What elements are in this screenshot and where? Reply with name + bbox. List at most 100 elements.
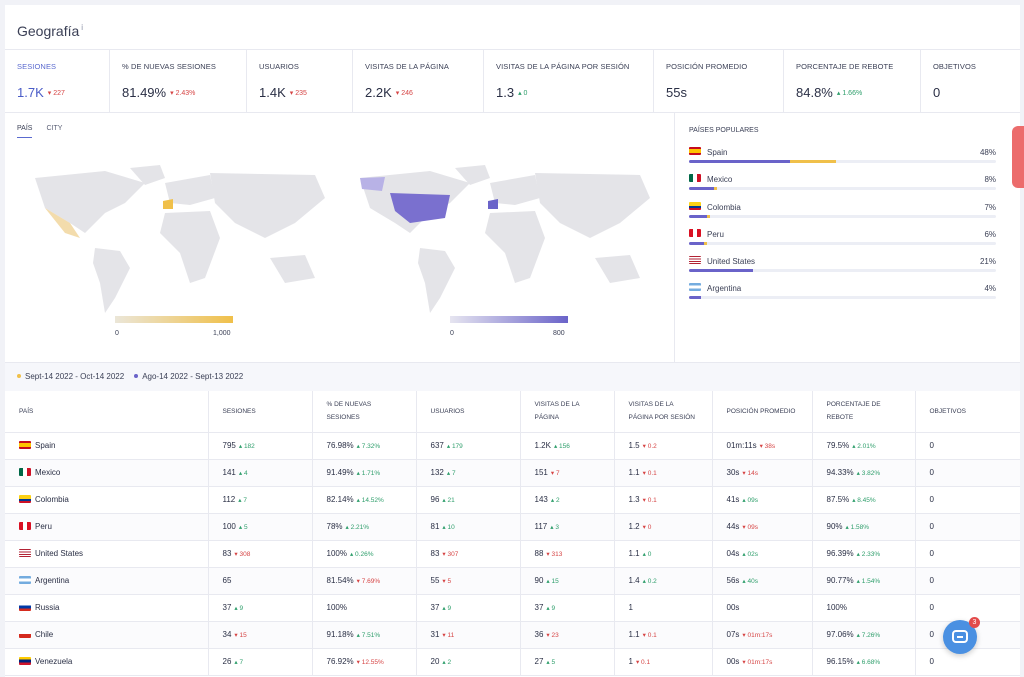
bar-previous <box>707 214 711 218</box>
cell-delta-value: 40s <box>747 578 758 585</box>
cell-delta: ▴ 1.71% <box>356 470 381 477</box>
popular-item-bar <box>689 241 996 245</box>
cell-delta-value: 11 <box>447 632 455 639</box>
cell-value: 100% <box>826 603 847 612</box>
column-header[interactable]: Visitas de la página <box>520 391 615 433</box>
cell-delta-value: 15 <box>239 632 247 639</box>
column-header[interactable]: Sesiones <box>208 391 313 433</box>
legend-min-current: 0 <box>115 330 119 337</box>
table-row[interactable]: Mexico 141 ▴ 4 91.49% ▴ 1.71% 132 ▴ 7 151 ▾ 7 1.1… <box>5 459 1020 487</box>
cell-value: 0 <box>929 549 934 558</box>
cell-value: 1.1 <box>628 468 640 477</box>
cell-value: 94.33% <box>826 468 854 477</box>
column-header[interactable]: Posición promedio <box>712 391 813 433</box>
country-cell: Argentina <box>5 567 209 595</box>
cell-delta: ▴ 2 <box>550 497 560 504</box>
value-cell: 1.2K ▴ 156 <box>520 432 615 460</box>
table-row[interactable]: Peru 100 ▴ 5 78% ▴ 2.21% 81 ▴ 10 117 ▴ 3 1.2 ▾ 0 44… <box>5 513 1020 541</box>
column-header[interactable]: % de nuevas sesiones <box>312 391 417 433</box>
table-row[interactable]: Venezuela 26 ▴ 7 76.92% ▾ 12.55% 20 ▴ 2 27 ▴ 5 1 ▾… <box>5 648 1020 676</box>
metric-4[interactable]: Visitas de la página por sesión 1.3 ▴ 0 <box>484 50 654 112</box>
info-icon[interactable]: i <box>81 23 83 32</box>
cell-delta-value: 23 <box>551 632 559 639</box>
cell-delta: ▾ 7 <box>550 470 560 477</box>
table-row[interactable]: Chile 34 ▾ 15 91.18% ▴ 7.51% 31 ▾ 11 36 ▾ 23 1.1 ▾… <box>5 621 1020 649</box>
country-cell: Chile <box>5 621 209 649</box>
cell-value: 55 <box>430 576 440 585</box>
cell-delta: ▴ 7 <box>238 497 247 504</box>
tab-country[interactable]: País <box>17 125 33 138</box>
column-header[interactable]: País <box>5 391 209 433</box>
map-highlight-spain <box>163 199 173 209</box>
page-title-bar: Geografía i <box>5 5 1020 49</box>
bar-current <box>689 269 754 273</box>
cell-delta: ▴ 21 <box>442 497 455 504</box>
value-cell: 37 ▴ 9 <box>520 594 615 622</box>
bar-current <box>689 187 714 191</box>
cell-delta: ▴ 8.45% <box>852 497 876 504</box>
column-header[interactable]: Usuarios <box>416 391 521 433</box>
cell-value: 1.4 <box>628 576 640 585</box>
cell-delta-value: 10 <box>447 524 455 531</box>
cell-value: 151 <box>534 468 548 477</box>
cell-value: 1.5 <box>628 441 640 450</box>
metric-label: Sesiones <box>17 62 57 71</box>
metric-2[interactable]: Usuarios 1.4K ▾ 235 <box>247 50 353 112</box>
tab-city[interactable]: City <box>46 125 62 138</box>
metric-3[interactable]: Visitas de la página 2.2K ▾ 246 <box>353 50 484 112</box>
cell-delta: ▴ 09s <box>742 497 758 504</box>
metric-5[interactable]: Posición promedio 55s <box>654 50 784 112</box>
column-header[interactable]: Objetivos <box>915 391 1020 433</box>
cell-value: 795 <box>222 441 236 450</box>
column-header[interactable]: Porcentaje de rebote <box>812 391 916 433</box>
cell-delta-value: 1.71% <box>361 470 381 477</box>
cell-delta: ▴ 15 <box>546 578 559 585</box>
value-cell: 1.1 ▴ 0 <box>614 540 713 568</box>
cell-delta-value: 156 <box>559 443 570 450</box>
table-row[interactable]: Argentina 65 81.54% ▾ 7.69% 55 ▾ 5 90 ▴ 15 1.4 ▴ … <box>5 567 1020 595</box>
cell-value: 65 <box>222 576 232 585</box>
table-row[interactable]: United States 83 ▾ 308 100% ▴ 0.26% 83 ▾ 307 88… <box>5 540 1020 568</box>
cell-delta: ▴ 2.01% <box>852 443 876 450</box>
popular-item-bar <box>689 214 996 218</box>
cell-delta-value: 313 <box>551 551 563 558</box>
chat-badge: 3 <box>969 617 980 628</box>
cell-delta: ▴ 9 <box>546 605 556 612</box>
cell-value: 0 <box>929 468 934 477</box>
country-cell: United States <box>5 540 209 568</box>
cell-value: 96.39% <box>826 549 854 558</box>
cell-value: 20 <box>430 657 440 666</box>
value-cell: 65 <box>208 567 313 595</box>
cell-delta-value: 0.1 <box>647 497 657 504</box>
feedback-side-tab[interactable] <box>1012 126 1024 188</box>
metric-0[interactable]: Sesiones 1.7K ▾ 227 <box>5 50 110 112</box>
cell-value: 36 <box>534 630 544 639</box>
cell-value: 132 <box>430 468 444 477</box>
value-cell: 55 ▾ 5 <box>416 567 521 595</box>
metric-6[interactable]: Porcentaje de rebote 84.8% ▴ 1.66% <box>784 50 921 112</box>
cell-delta-value: 7 <box>243 497 247 504</box>
value-cell: 76.92% ▾ 12.55% <box>312 648 417 676</box>
metric-1[interactable]: % de nuevas sesiones 81.49% ▾ 2.43% <box>110 50 247 112</box>
value-cell: 0 <box>915 486 1020 514</box>
value-cell: 112 ▴ 7 <box>208 486 313 514</box>
metric-value: 81.49% ▾ 2.43% <box>122 85 234 100</box>
table-row[interactable]: Spain 795 ▴ 182 76.98% ▴ 7.32% 637 ▴ 179 1.2K ▴ … <box>5 432 1020 460</box>
metric-7[interactable]: Objetivos 0 <box>921 50 1020 112</box>
cell-value: 0 <box>929 630 934 639</box>
cell-delta-value: 09s <box>747 524 758 531</box>
cell-delta: ▴ 2.21% <box>345 524 370 531</box>
popular-title: Países populares <box>689 127 759 134</box>
table-row[interactable]: Colombia 112 ▴ 7 82.14% ▴ 14.52% 96 ▴ 21 143 ▴ 2… <box>5 486 1020 514</box>
popular-item-name: Argentina <box>707 284 742 294</box>
column-header[interactable]: Visitas de la página por sesión <box>614 391 713 433</box>
world-map-current <box>35 165 325 313</box>
popular-item-pct: 4% <box>984 284 996 294</box>
cell-delta: ▾ 23 <box>546 632 559 639</box>
table-row[interactable]: Russia 37 ▴ 9 100% 37 ▴ 9 37 ▴ 9 1 00s 100% 0 <box>5 594 1020 622</box>
cell-delta: ▾ 308 <box>234 551 251 558</box>
metric-value: 84.8% ▴ 1.66% <box>796 85 908 100</box>
value-cell: 00s <box>712 594 813 622</box>
cell-delta: ▴ 9 <box>442 605 452 612</box>
cell-delta: ▾ 0.1 <box>642 470 657 477</box>
